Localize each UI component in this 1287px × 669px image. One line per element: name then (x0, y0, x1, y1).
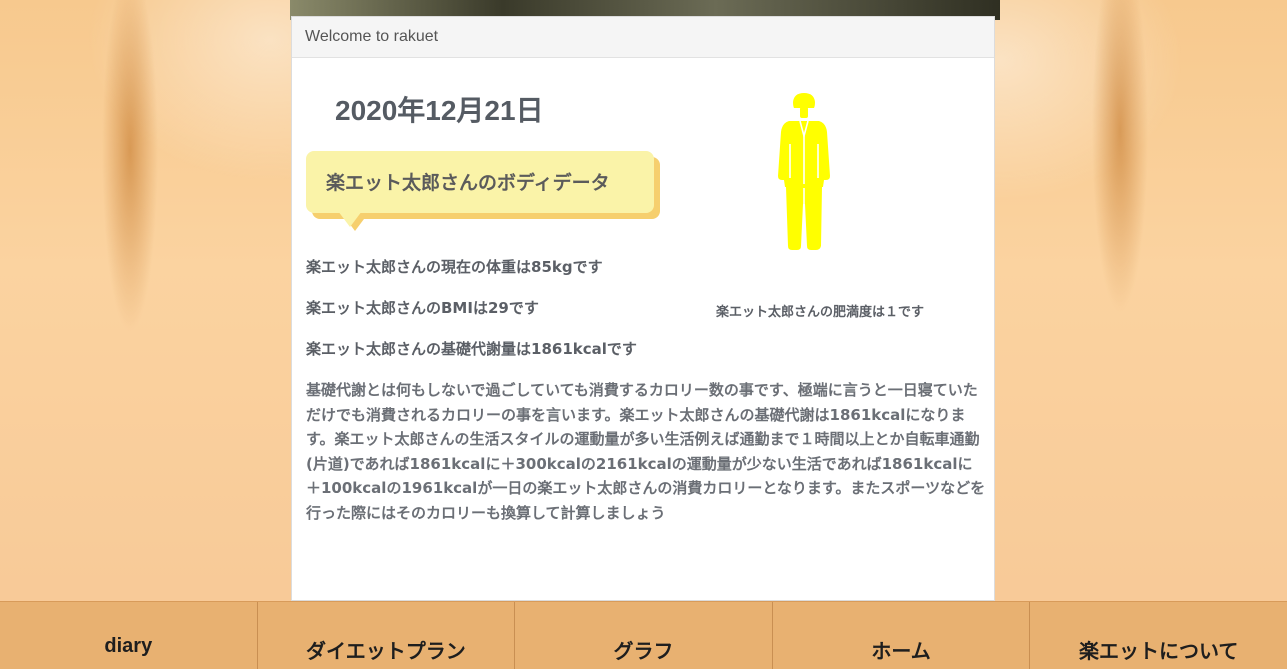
nav-graph[interactable]: グラフ (514, 602, 772, 669)
date-heading: 2020年12月21日 (335, 95, 544, 126)
weight-text: 楽エット太郎さんの現在の体重は85kgです (306, 258, 603, 276)
person-figure-icon (778, 93, 830, 250)
obesity-text: 楽エット太郎さんの肥満度は１です (716, 305, 925, 320)
bmr-description: 基礎代謝とは何もしないで過ごしていても消費するカロリー数の事です、極端に言うと一… (306, 381, 986, 522)
bmi-text: 楽エット太郎さんのBMIは29です (306, 299, 539, 317)
nav-diary[interactable]: diary (0, 602, 257, 669)
body-data-panel: Welcome to rakuet 2020年12月21日 楽エット太郎さんのボ… (291, 16, 995, 601)
bottom-nav: diary ダイエットプラン グラフ ホーム 楽エットについて (0, 601, 1287, 669)
bmr-text: 楽エット太郎さんの基礎代謝量は1861kcalです (306, 340, 637, 358)
nav-about[interactable]: 楽エットについて (1029, 602, 1287, 669)
nav-diet-plan[interactable]: ダイエットプラン (256, 602, 515, 669)
section-title: 楽エット太郎さんのボディデータ (306, 151, 654, 213)
section-title-bubble: 楽エット太郎さんのボディデータ (306, 151, 664, 233)
panel-header: Welcome to rakuet (292, 17, 994, 58)
nav-home[interactable]: ホーム (771, 602, 1030, 669)
